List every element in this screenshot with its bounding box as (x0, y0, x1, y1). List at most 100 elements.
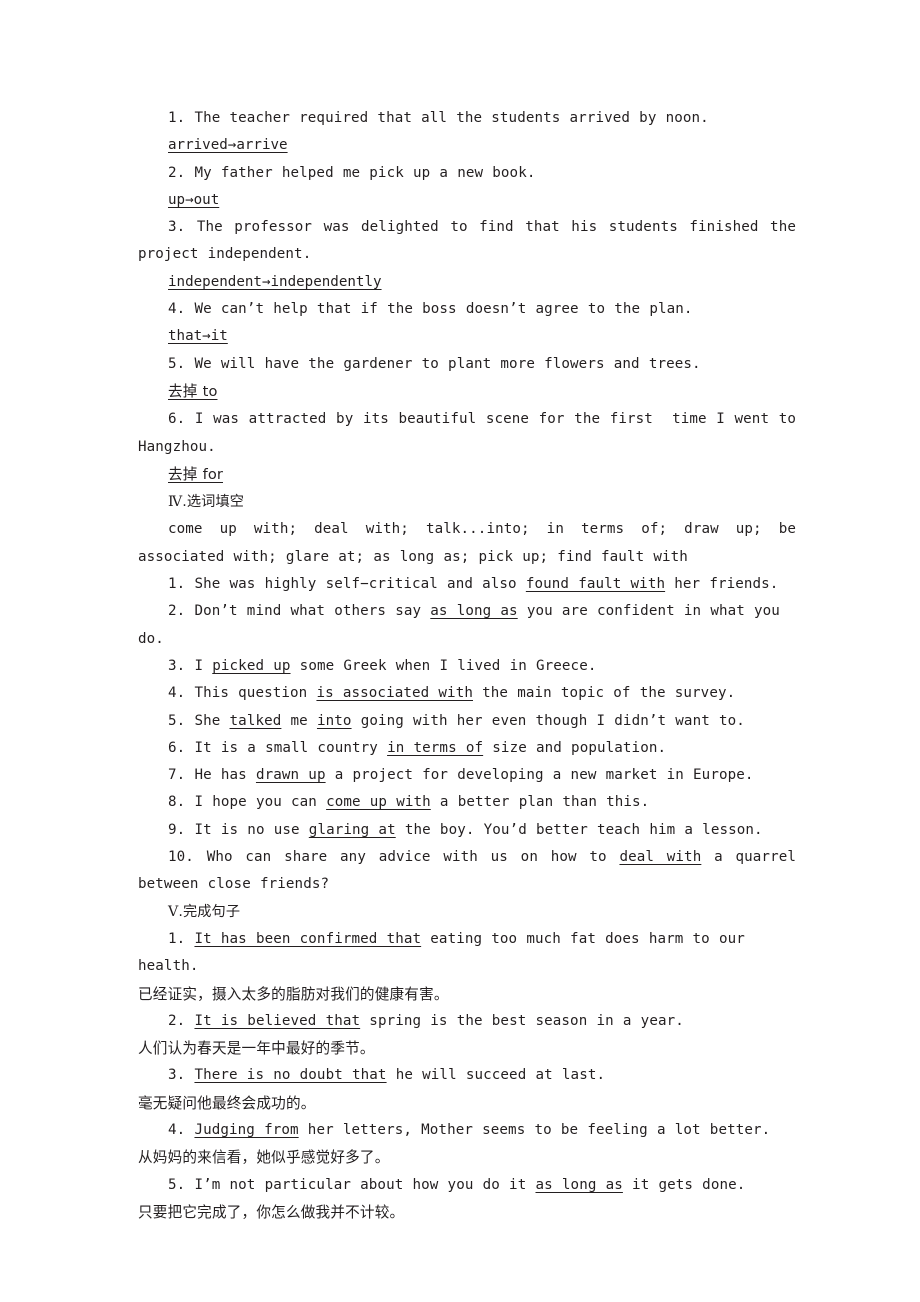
answer-text: up→out (168, 191, 220, 208)
item-number: 5. (168, 1176, 186, 1193)
item-text-before: It is a small country (194, 739, 388, 756)
item-number: 8. (168, 794, 186, 811)
item-sentence: My father helped me pick up a new book. (194, 164, 536, 181)
translation-line: 人们认为春天是一年中最好的季节。 (138, 1040, 375, 1058)
exercise-line: 1. The teacher required that all the stu… (138, 105, 796, 132)
item-text-after: the boy. You’d better teach him a lesson… (395, 821, 763, 838)
section-numeral: Ⅴ (168, 903, 179, 920)
item-number: 2. (168, 1012, 186, 1029)
exercise-line: 6. I was attracted by its beautiful scen… (138, 406, 796, 461)
section-title: .选词填空 (182, 494, 245, 511)
translation-line: 只要把它完成了，你怎么做我并不计较。 (138, 1203, 405, 1221)
item-number: 5. (168, 712, 186, 729)
answer-text: independent→independently (168, 273, 382, 290)
answer-line: 去掉 for (138, 461, 796, 489)
item-answer: glaring at (308, 821, 396, 838)
item-text-after: her friends. (665, 576, 779, 593)
item-number: 7. (168, 767, 186, 784)
item-number: 2. (168, 164, 186, 181)
item-text-before: I hope you can (194, 794, 327, 811)
exercise-line: 5. She talked me into going with her eve… (138, 708, 796, 735)
item-number: 3. (168, 1067, 186, 1084)
item-text-after: her letters, Mother seems to be feeling … (298, 1121, 771, 1138)
word-bank: come up with; deal with; talk...into; in… (138, 516, 796, 571)
exercise-line: 3. I picked up some Greek when I lived i… (138, 653, 796, 680)
item-text-after: spring is the best season in a year. (360, 1012, 684, 1029)
section-heading: Ⅴ.完成句子 (138, 899, 796, 926)
item-number: 4. (168, 685, 186, 702)
item-answer: deal with (619, 849, 702, 866)
item-answer: It is believed that (194, 1012, 361, 1029)
item-text-after: going with her even though I didn’t want… (351, 712, 745, 729)
exercise-line: 1. It has been confirmed that eating too… (138, 926, 796, 981)
item-number: 4. (168, 1121, 186, 1138)
item-number: 6. (168, 739, 186, 756)
item-answer: It has been confirmed that (194, 930, 422, 947)
item-number: 3. (168, 657, 186, 674)
translation-line: 已经证实，摄入太多的脂肪对我们的健康有害。 (138, 985, 449, 1003)
item-answer: There is no doubt that (194, 1067, 387, 1084)
exercise-line: 5. I’m not particular about how you do i… (138, 1172, 796, 1199)
exercise-line: 4. We can’t help that if the boss doesn’… (138, 296, 796, 323)
item-answer-second: into (316, 712, 352, 729)
item-text-before: It is no use (194, 821, 309, 838)
section-word-bank-fill: Ⅳ.选词填空 come up with; deal with; talk...i… (138, 489, 796, 898)
item-text-before: He has (194, 767, 256, 784)
answer-line: 去掉 to (138, 378, 796, 406)
item-number: 4. (168, 301, 186, 318)
item-text-before: She (194, 712, 230, 729)
exercise-line: 3. There is no doubt that he will succee… (138, 1062, 796, 1089)
translation-line: 从妈妈的来信看，她似乎感觉好多了。 (138, 1149, 390, 1167)
item-answer: as long as (535, 1176, 623, 1193)
word-bank-text: come up with; deal with; talk...into; in… (138, 521, 806, 565)
exercise-line: 2. My father helped me pick up a new boo… (138, 160, 796, 187)
item-sentence: We can’t help that if the boss doesn’t a… (194, 301, 693, 318)
item-text-after: he will succeed at last. (386, 1067, 606, 1084)
item-answer: picked up (212, 657, 291, 674)
answer-text: arrived→arrive (168, 137, 288, 154)
item-answer: talked (229, 712, 282, 729)
exercise-line: 2. Don’t mind what others say as long as… (138, 598, 796, 653)
section-sentence-completion: Ⅴ.完成句子 1. It has been confirmed that eat… (138, 899, 796, 1227)
item-number: 3. (168, 219, 186, 236)
section-title: .完成句子 (178, 903, 241, 920)
answer-line: up→out (138, 187, 796, 214)
answer-text: 去掉 to (168, 382, 218, 400)
item-text-after: a better plan than this. (430, 794, 650, 811)
exercise-line: 3. The professor was delighted to find t… (138, 214, 796, 269)
exercise-line: 10. Who can share any advice with us on … (138, 844, 796, 899)
item-text-before: I (194, 657, 213, 674)
item-text-after: the main topic of the survey. (473, 685, 736, 702)
section-numeral: Ⅳ (168, 494, 183, 511)
item-text-after: it gets done. (622, 1176, 746, 1193)
answer-text: 去掉 for (168, 465, 223, 483)
item-text-before: This question (194, 685, 317, 702)
answer-line: arrived→arrive (138, 132, 796, 159)
answer-text: that→it (168, 328, 228, 345)
item-number: 6. (168, 411, 186, 428)
exercise-line: 1. She was highly self−critical and also… (138, 571, 796, 598)
item-text-before: Don’t mind what others say (194, 603, 431, 620)
item-number: 1. (168, 930, 186, 947)
exercise-line: 2. It is believed that spring is the bes… (138, 1008, 796, 1035)
section-heading: Ⅳ.选词填空 (138, 489, 796, 516)
exercise-line: 8. I hope you can come up with a better … (138, 789, 796, 816)
item-sentence: The teacher required that all the studen… (194, 110, 709, 126)
translation-line: 毫无疑问他最终会成功的。 (138, 1094, 316, 1112)
item-text-mid: me (281, 712, 317, 729)
exercise-line: 7. He has drawn up a project for develop… (138, 762, 796, 789)
item-number: 5. (168, 355, 186, 372)
item-text-before: She was highly self−critical and also (194, 576, 526, 593)
item-answer: Judging from (194, 1121, 299, 1138)
item-answer: come up with (326, 794, 431, 811)
item-text-after: some Greek when I lived in Greece. (290, 657, 597, 674)
item-sentence: The professor was delighted to find that… (138, 219, 806, 263)
item-sentence: I was attracted by its beautiful scene f… (138, 411, 806, 455)
item-number: 1. (168, 110, 186, 126)
item-number: 9. (168, 821, 186, 838)
exercise-line: 9. It is no use glaring at the boy. You’… (138, 817, 796, 844)
item-text-before: Who can share any advice with us on how … (206, 849, 620, 866)
worksheet-page: 1. The teacher required that all the stu… (138, 105, 796, 1226)
item-sentence: We will have the gardener to plant more … (194, 355, 701, 372)
exercise-line: 4. This question is associated with the … (138, 680, 796, 707)
